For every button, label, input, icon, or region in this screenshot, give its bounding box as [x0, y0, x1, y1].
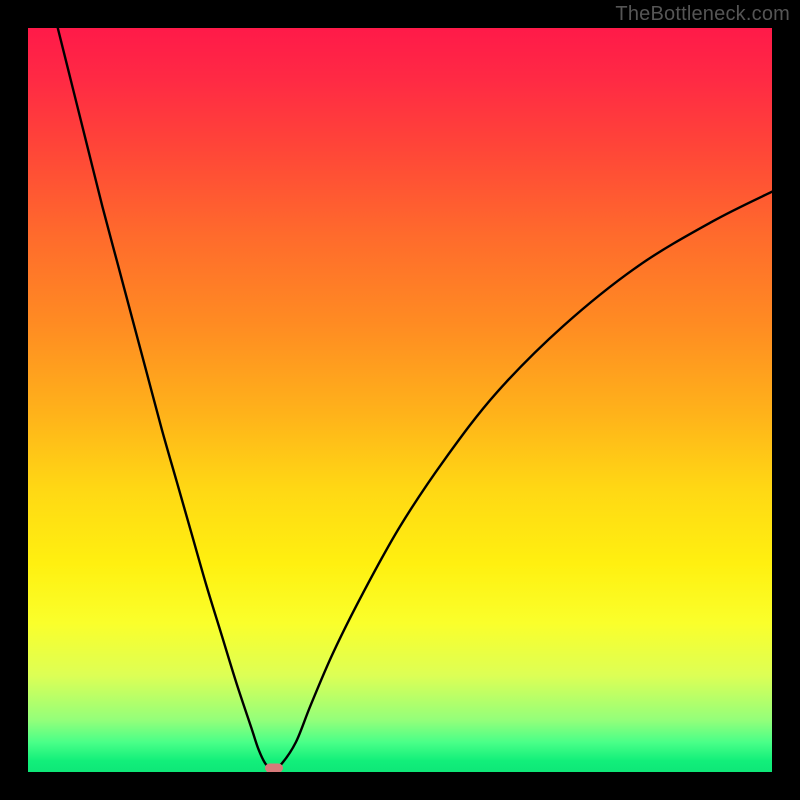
curve-svg	[28, 28, 772, 772]
min-marker	[265, 764, 283, 772]
watermark-text: TheBottleneck.com	[615, 3, 790, 26]
plot-area	[28, 28, 772, 772]
bottleneck-curve	[58, 28, 772, 768]
chart-frame: TheBottleneck.com	[0, 0, 800, 800]
